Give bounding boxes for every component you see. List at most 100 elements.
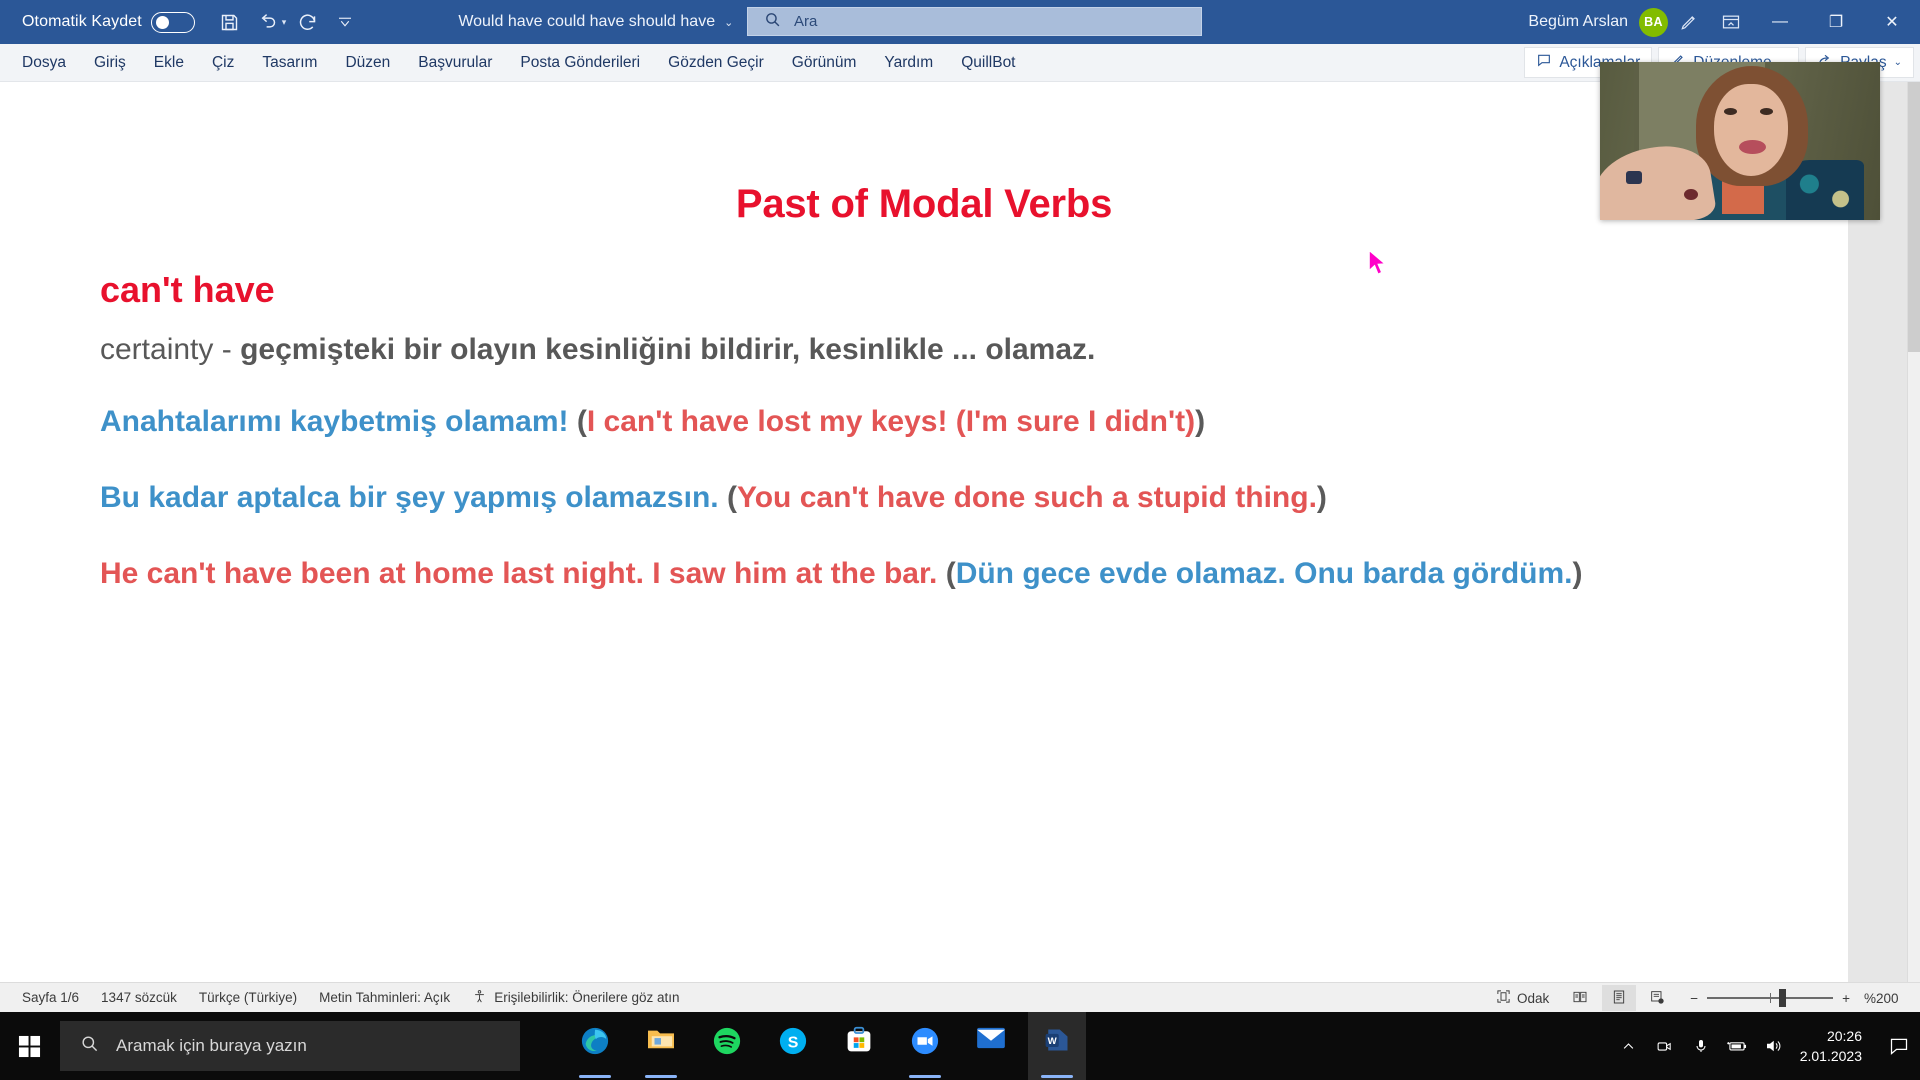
status-language[interactable]: Türkçe (Türkiye)	[199, 990, 297, 1005]
tab-yardim[interactable]: Yardım	[870, 44, 947, 82]
taskbar-app-file-explorer[interactable]	[632, 1012, 690, 1080]
volume-icon[interactable]	[1756, 1012, 1790, 1080]
read-mode-icon	[1571, 989, 1589, 1008]
vertical-scrollbar[interactable]	[1907, 82, 1920, 1012]
example-1-open-paren: (	[576, 404, 587, 438]
title-bar-right: Begüm Arslan BA — ❐ ✕	[1528, 0, 1920, 44]
taskbar-app-microsoft-store[interactable]	[830, 1012, 888, 1080]
search-icon	[80, 1034, 99, 1058]
zoom-in-button[interactable]: +	[1842, 991, 1850, 1006]
tab-giris[interactable]: Giriş	[80, 44, 140, 82]
example-2-open-paren: (	[726, 480, 737, 514]
taskbar-app-mail[interactable]	[962, 1012, 1020, 1080]
tab-gozden-gecir[interactable]: Gözden Geçir	[654, 44, 778, 82]
status-page[interactable]: Sayfa 1/6	[22, 990, 79, 1005]
taskbar-app-skype[interactable]: S	[764, 1012, 822, 1080]
tab-quillbot[interactable]: QuillBot	[947, 44, 1029, 82]
ribbon-display-options-icon[interactable]	[1710, 0, 1752, 44]
restore-button[interactable]: ❐	[1808, 0, 1864, 44]
taskbar-clock[interactable]: 20:26 2.01.2023	[1792, 1026, 1876, 1067]
example-2: Bu kadar aptalca bir şey yapmış olamazsı…	[100, 475, 1748, 521]
running-indicator	[645, 1075, 677, 1078]
print-layout-button[interactable]	[1602, 985, 1637, 1011]
autosave-label: Otomatik Kaydet	[22, 13, 142, 30]
tab-dosya[interactable]: Dosya	[8, 44, 80, 82]
status-accessibility[interactable]: Erişilebilirlik: Önerilere göz atın	[472, 989, 680, 1007]
focus-label: Odak	[1516, 990, 1550, 1006]
document-area[interactable]: Past of Modal Verbs can't have certainty…	[0, 82, 1920, 1012]
webcam-person-eye-left	[1724, 108, 1737, 115]
autosave-control[interactable]: Otomatik Kaydet	[22, 11, 195, 33]
undo-icon[interactable]	[251, 6, 285, 38]
scrollbar-thumb[interactable]	[1908, 82, 1920, 352]
svg-text:S: S	[788, 1035, 799, 1052]
taskbar-app-zoom[interactable]	[896, 1012, 954, 1080]
taskbar: Aramak için buraya yazın S W 20:26 2.01.…	[0, 1012, 1920, 1080]
taskbar-search-input[interactable]: Aramak için buraya yazın	[60, 1021, 520, 1071]
example-3-english: He can't have been at home last night. I…	[100, 556, 946, 590]
redo-icon[interactable]	[290, 6, 324, 38]
taskbar-search-placeholder: Aramak için buraya yazın	[116, 1036, 307, 1055]
document-title[interactable]: Would have could have should have ⌄	[458, 13, 733, 31]
chevron-down-icon[interactable]: ⌄	[724, 16, 733, 29]
webcam-person-face	[1714, 84, 1788, 176]
example-1-close-paren: )	[1195, 404, 1206, 438]
status-word-count[interactable]: 1347 sözcük	[101, 990, 177, 1005]
chevron-up-icon[interactable]	[1612, 1012, 1646, 1080]
autosave-toggle[interactable]	[150, 11, 195, 33]
page-title: Past of Modal Verbs	[735, 182, 1113, 226]
search-input[interactable]: Ara	[747, 7, 1202, 36]
tab-ekle[interactable]: Ekle	[140, 44, 198, 82]
example-2-close-paren: )	[1316, 480, 1327, 514]
taskbar-app-word[interactable]: W	[1028, 1012, 1086, 1080]
chevron-down-icon[interactable]: ⌄	[1894, 57, 1902, 68]
webcam-person-nail	[1684, 189, 1698, 200]
battery-charging-icon[interactable]	[1720, 1012, 1754, 1080]
windows-start-icon[interactable]	[0, 1012, 58, 1080]
running-indicator	[579, 1075, 611, 1078]
comment-icon	[1536, 52, 1552, 73]
taskbar-apps: S W	[566, 1012, 1086, 1080]
search-icon	[764, 11, 781, 33]
zoom-track[interactable]	[1707, 989, 1834, 1007]
web-layout-icon	[1649, 989, 1665, 1008]
zoom-out-button[interactable]: −	[1690, 991, 1698, 1006]
tab-basvurular[interactable]: Başvurular	[404, 44, 506, 82]
taskbar-app-edge[interactable]	[566, 1012, 624, 1080]
example-2-english: You can't have done such a stupid thing.	[736, 480, 1317, 514]
tab-ciz[interactable]: Çiz	[198, 44, 248, 82]
ink-pen-icon[interactable]	[1668, 0, 1710, 44]
customize-quick-access-toolbar-icon[interactable]	[328, 6, 362, 38]
example-3: He can't have been at home last night. I…	[100, 551, 1748, 597]
zoom-level[interactable]: %200	[1864, 991, 1906, 1006]
focus-mode-icon	[1496, 989, 1511, 1007]
tab-duzen[interactable]: Düzen	[331, 44, 404, 82]
zoom-thumb[interactable]	[1779, 989, 1787, 1007]
tab-gorunum[interactable]: Görünüm	[778, 44, 871, 82]
read-mode-button[interactable]	[1562, 985, 1598, 1011]
webcam-overlay[interactable]	[1600, 62, 1880, 220]
document-page[interactable]: Past of Modal Verbs can't have certainty…	[0, 82, 1848, 982]
zoom-slider[interactable]: − +	[1690, 989, 1850, 1007]
status-text-predictions[interactable]: Metin Tahminleri: Açık	[319, 990, 450, 1005]
definition-dash: -	[213, 333, 241, 366]
web-layout-button[interactable]	[1640, 985, 1674, 1011]
undo-dropdown-icon[interactable]: ▾	[282, 17, 287, 28]
tab-posta-gonderileri[interactable]: Posta Gönderileri	[506, 44, 654, 82]
example-1: Anahtalarımı kaybetmiş olamam! (I can't …	[100, 399, 1748, 445]
tab-tasarim[interactable]: Tasarım	[248, 44, 331, 82]
focus-button[interactable]: Odak	[1487, 985, 1558, 1011]
camera-icon[interactable]	[1648, 1012, 1682, 1080]
minimize-button[interactable]: —	[1752, 0, 1808, 44]
avatar[interactable]: BA	[1639, 7, 1668, 37]
save-icon[interactable]	[213, 6, 247, 38]
action-center-icon[interactable]	[1878, 1012, 1920, 1080]
definition-text: geçmişteki bir olayın kesinliğini bildir…	[240, 333, 1096, 366]
search-placeholder: Ara	[794, 13, 818, 30]
taskbar-app-spotify[interactable]	[698, 1012, 756, 1080]
microphone-icon[interactable]	[1684, 1012, 1718, 1080]
close-button[interactable]: ✕	[1864, 0, 1920, 44]
user-name: Begüm Arslan	[1528, 13, 1628, 30]
running-indicator	[909, 1075, 941, 1078]
example-3-open-paren: (	[945, 556, 956, 590]
